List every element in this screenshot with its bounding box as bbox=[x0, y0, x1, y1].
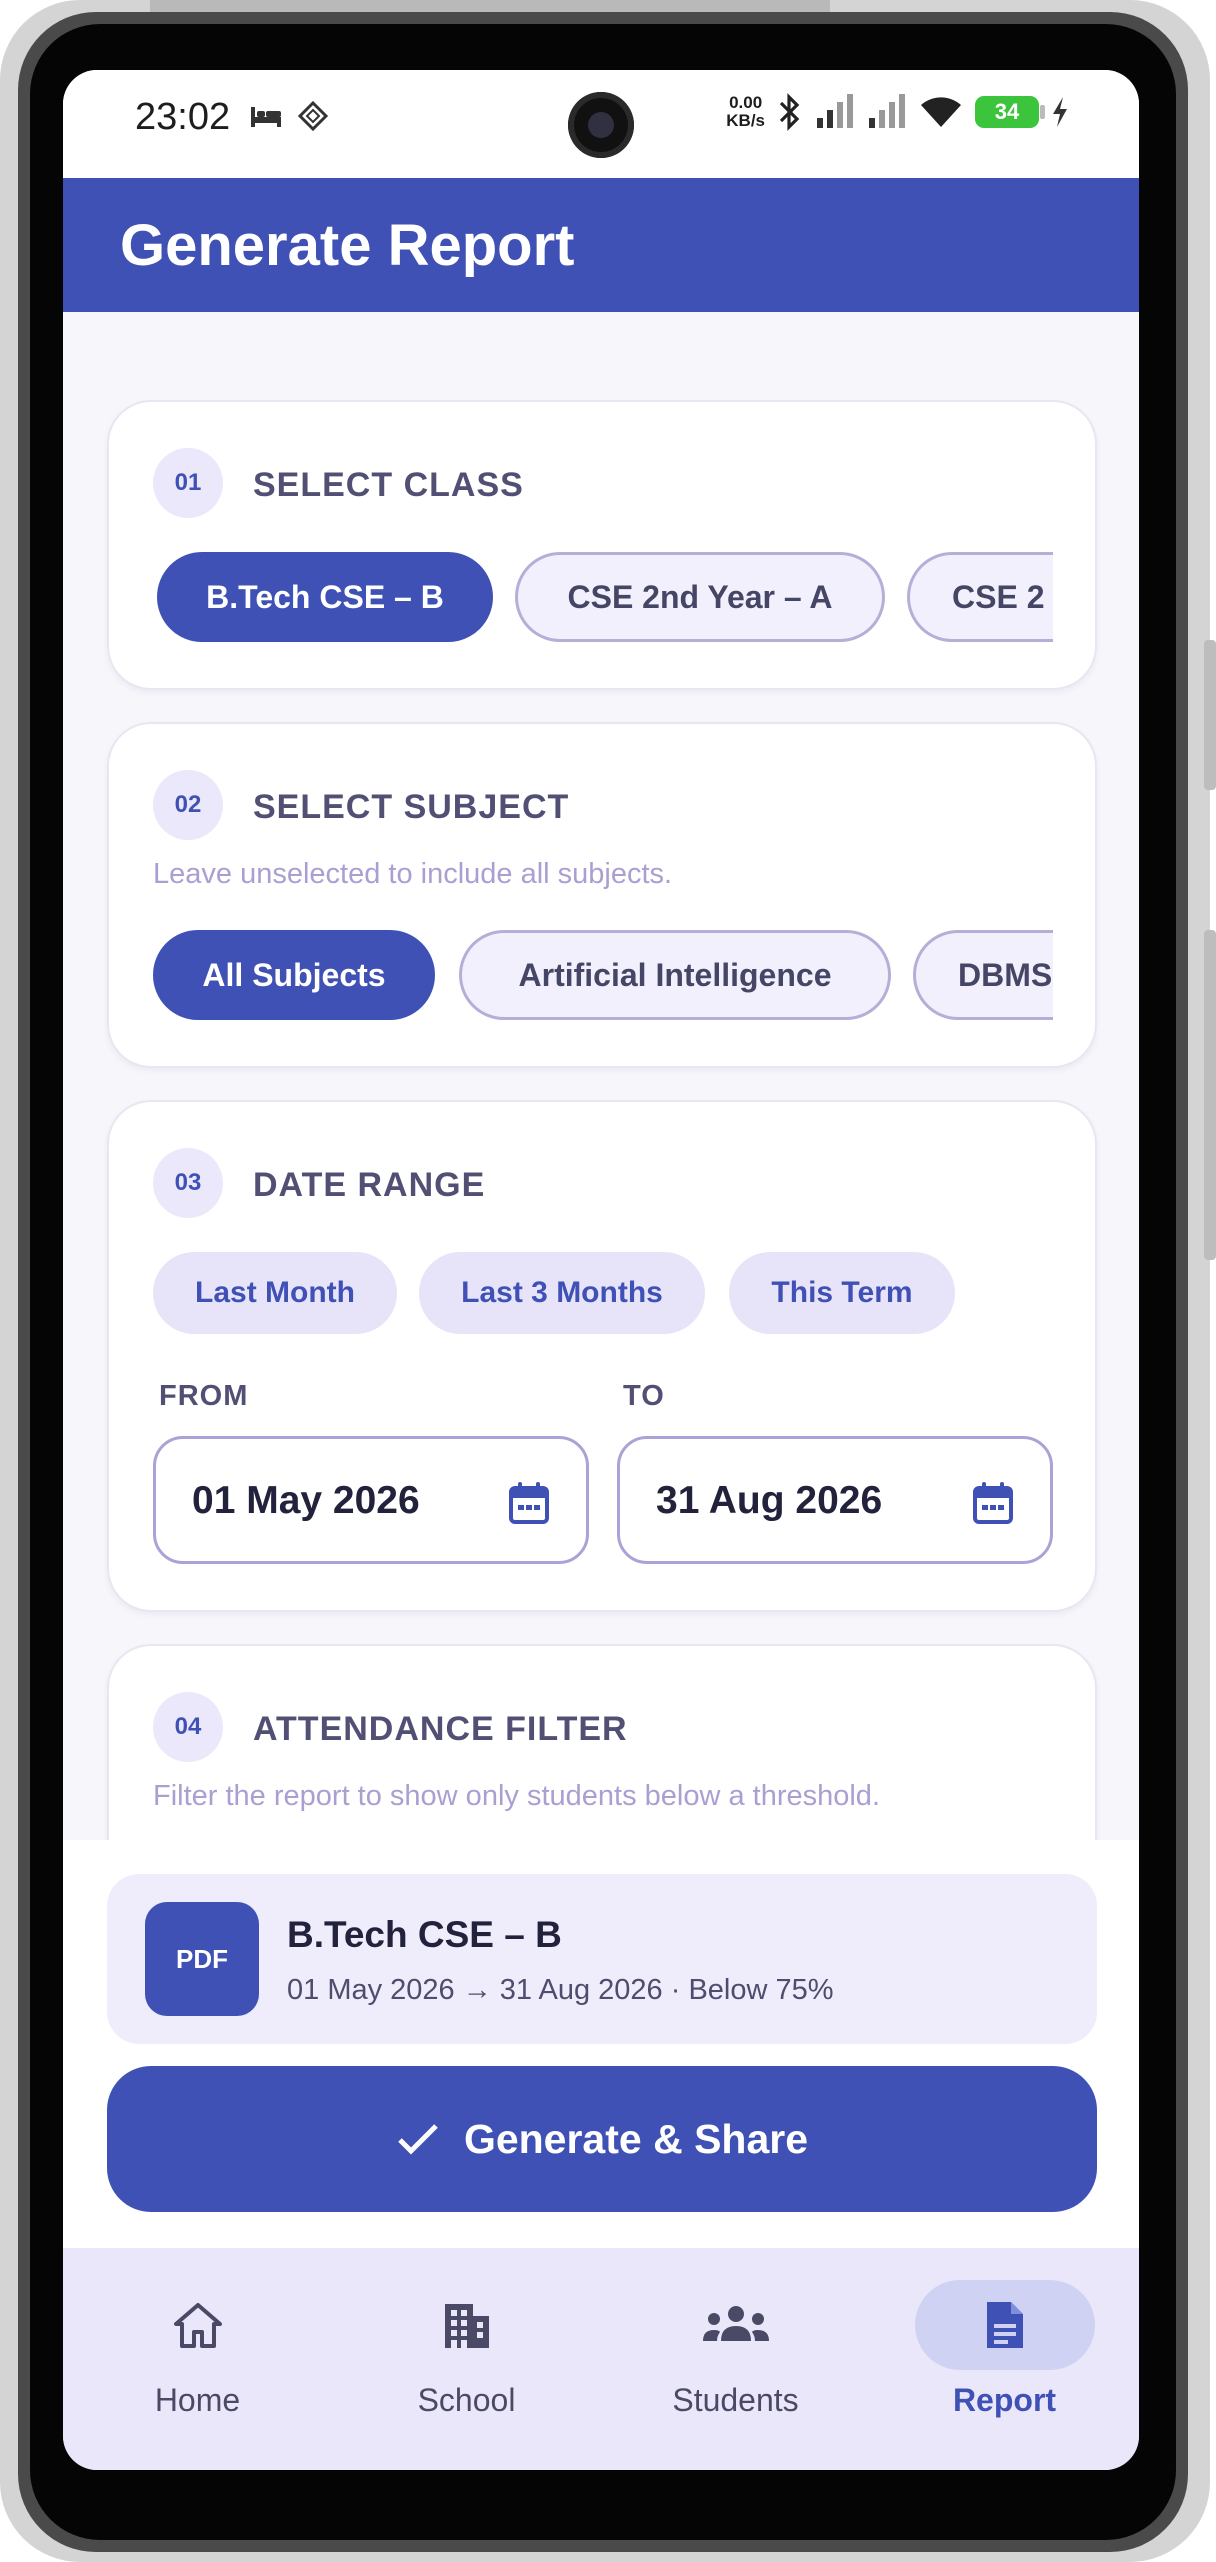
status-bar: 23:02 0.00 KB/s 34 bbox=[63, 70, 1139, 178]
nav-label: School bbox=[417, 2382, 516, 2418]
phone-screen: 23:02 0.00 KB/s 34 Generate Report 01 SE… bbox=[63, 70, 1139, 2470]
calendar-icon[interactable] bbox=[508, 1481, 550, 1525]
subject-chip-dbms[interactable]: DBMS bbox=[913, 930, 1053, 1020]
step-number: 01 bbox=[153, 448, 223, 518]
nav-label: Students bbox=[672, 2382, 799, 2418]
bottom-navigation: Home School Students Report bbox=[63, 2248, 1139, 2470]
date-range-card: 03 DATE RANGE Last Month Last 3 Months T… bbox=[107, 1100, 1097, 1612]
preset-last-3-months[interactable]: Last 3 Months bbox=[419, 1252, 705, 1334]
charging-icon bbox=[1053, 97, 1067, 127]
signal-icon bbox=[817, 94, 853, 128]
from-date-value: 01 May 2026 bbox=[192, 1479, 420, 1522]
pdf-badge: PDF bbox=[145, 1902, 259, 2016]
document-icon bbox=[986, 2302, 1023, 2348]
check-icon bbox=[398, 2124, 438, 2155]
to-date-value: 31 Aug 2026 bbox=[656, 1479, 883, 1522]
class-chip-cse-2[interactable]: CSE 2 bbox=[907, 552, 1053, 642]
status-notification-icons bbox=[249, 100, 329, 132]
nav-icon-container bbox=[377, 2280, 557, 2370]
status-time: 23:02 bbox=[135, 96, 231, 138]
class-chip-row[interactable]: B.Tech CSE – B CSE 2nd Year – A CSE 2 bbox=[153, 552, 1053, 646]
building-icon bbox=[444, 2304, 489, 2348]
class-chip-cse-2nd-year-a[interactable]: CSE 2nd Year – A bbox=[515, 552, 885, 642]
report-action-sheet: PDF B.Tech CSE – B 01 May 2026 → 31 Aug … bbox=[63, 1840, 1139, 2248]
step-number: 03 bbox=[153, 1148, 223, 1218]
power-button bbox=[1204, 930, 1216, 1260]
generate-share-label: Generate & Share bbox=[463, 2115, 809, 2162]
diamond-icon bbox=[297, 100, 329, 132]
nav-label: Report bbox=[952, 2382, 1057, 2418]
nav-item-report[interactable]: Report bbox=[870, 2248, 1139, 2470]
volume-button bbox=[1204, 640, 1216, 790]
nav-item-school[interactable]: School bbox=[332, 2248, 601, 2470]
nav-icon-container bbox=[108, 2280, 288, 2370]
preset-last-month[interactable]: Last Month bbox=[153, 1252, 397, 1334]
section-title: DATE RANGE bbox=[253, 1166, 486, 1204]
front-camera bbox=[568, 92, 634, 158]
group-icon bbox=[702, 2306, 769, 2341]
wifi-icon bbox=[921, 97, 961, 127]
calendar-icon[interactable] bbox=[972, 1481, 1014, 1525]
nav-icon-container bbox=[646, 2280, 826, 2370]
app-bar: Generate Report bbox=[63, 178, 1139, 312]
generate-share-button[interactable]: Generate & Share bbox=[107, 2066, 1097, 2212]
step-number: 02 bbox=[153, 770, 223, 840]
summary-title: B.Tech CSE – B bbox=[287, 1914, 562, 1955]
nav-item-students[interactable]: Students bbox=[601, 2248, 870, 2470]
nav-icon-container bbox=[914, 2280, 1095, 2370]
from-date-field[interactable]: 01 May 2026 bbox=[153, 1436, 589, 1564]
section-title: SELECT CLASS bbox=[253, 466, 524, 504]
section-hint: Filter the report to show only students … bbox=[153, 1780, 880, 1812]
nav-item-home[interactable]: Home bbox=[63, 2248, 332, 2470]
bed-icon bbox=[251, 107, 281, 127]
subject-chip-row[interactable]: All Subjects Artificial Intelligence DBM… bbox=[153, 930, 1053, 1024]
select-class-card: 01 SELECT CLASS B.Tech CSE – B CSE 2nd Y… bbox=[107, 400, 1097, 690]
battery-indicator: 34 bbox=[975, 96, 1045, 128]
nav-label: Home bbox=[154, 2382, 241, 2418]
network-speed: 0.00 KB/s bbox=[726, 93, 765, 130]
section-hint: Leave unselected to include all subjects… bbox=[153, 858, 673, 890]
subject-chip-artificial-intelligence[interactable]: Artificial Intelligence bbox=[459, 930, 891, 1020]
summary-subtitle: 01 May 2026 → 31 Aug 2026 · Below 75% bbox=[287, 1974, 834, 2006]
status-system-icons: 0.00 KB/s 34 bbox=[726, 92, 1069, 132]
from-label: FROM bbox=[159, 1380, 249, 1412]
bluetooth-icon bbox=[779, 93, 800, 131]
preset-this-term[interactable]: This Term bbox=[729, 1252, 955, 1334]
page-title: Generate Report bbox=[120, 213, 575, 278]
section-title: ATTENDANCE FILTER bbox=[253, 1710, 628, 1748]
subject-chip-all-subjects[interactable]: All Subjects bbox=[153, 930, 435, 1020]
to-label: TO bbox=[623, 1380, 665, 1412]
select-subject-card: 02 SELECT SUBJECT Leave unselected to in… bbox=[107, 722, 1097, 1068]
report-summary-card: PDF B.Tech CSE – B 01 May 2026 → 31 Aug … bbox=[107, 1874, 1097, 2044]
step-number: 04 bbox=[153, 1692, 223, 1762]
signal-icon-secondary bbox=[869, 94, 905, 128]
home-icon bbox=[173, 2303, 222, 2348]
section-title: SELECT SUBJECT bbox=[253, 788, 570, 826]
class-chip-btech-cse-b[interactable]: B.Tech CSE – B bbox=[157, 552, 493, 642]
report-form: 01 SELECT CLASS B.Tech CSE – B CSE 2nd Y… bbox=[63, 312, 1139, 1892]
to-date-field[interactable]: 31 Aug 2026 bbox=[617, 1436, 1053, 1564]
